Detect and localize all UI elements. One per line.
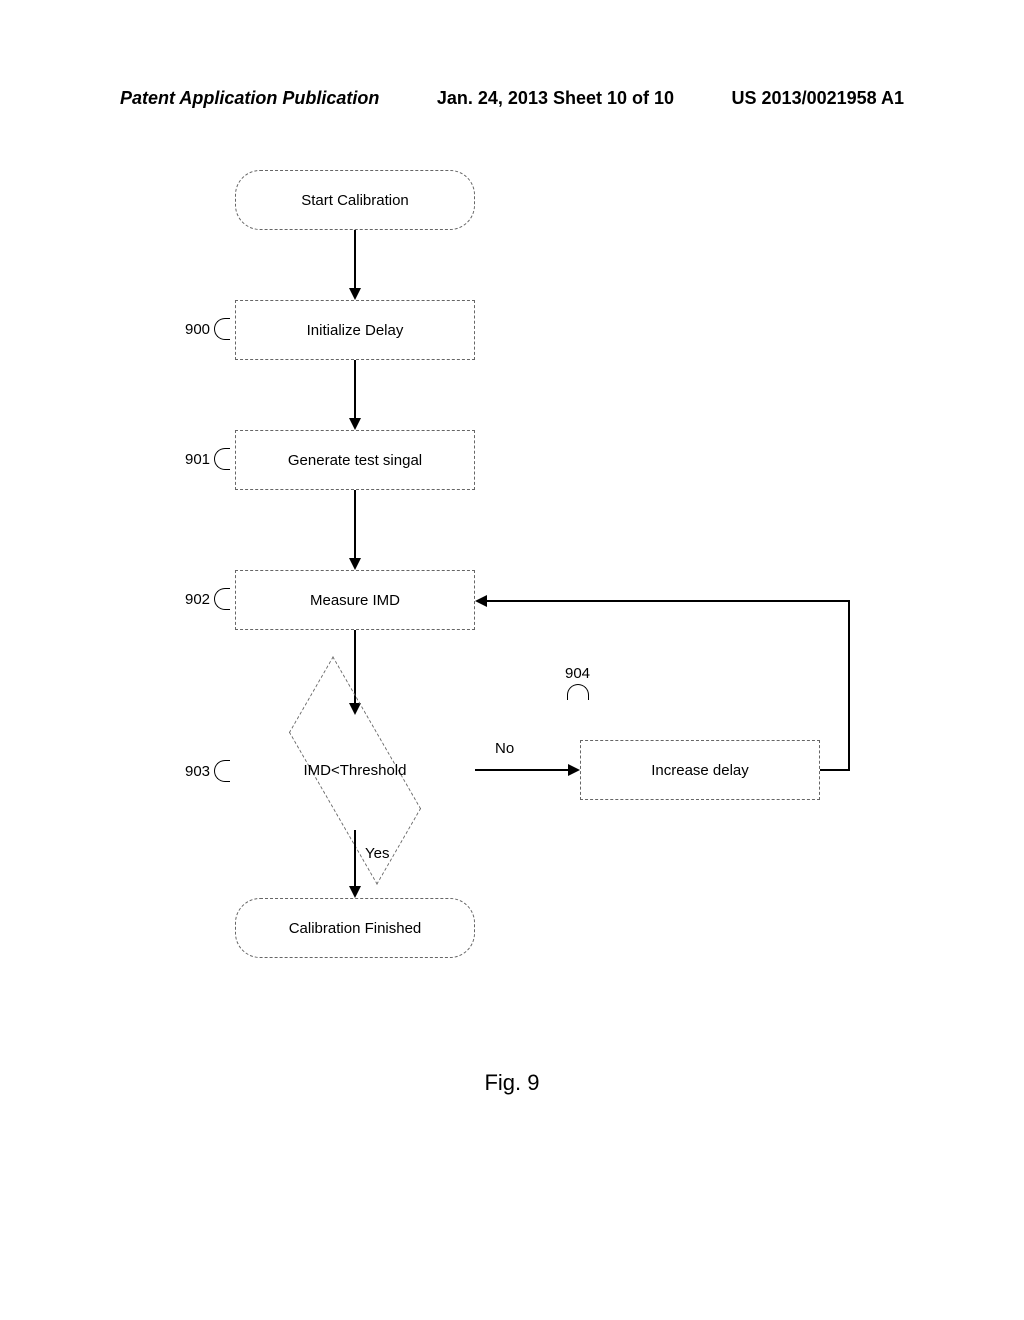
ref-900: 900 [185, 318, 228, 340]
decision-903-text: IMD<Threshold [304, 762, 407, 779]
arrow-no-h [475, 769, 570, 771]
ref-curve-icon [214, 760, 230, 782]
arrow-3 [354, 490, 356, 560]
arrowhead-no [568, 764, 580, 776]
decision-903: IMD<Threshold [235, 710, 475, 830]
ref-curve-icon [214, 448, 230, 470]
arrow-feedback-v [848, 600, 850, 771]
step-902-text: Measure IMD [310, 592, 400, 609]
end-text: Calibration Finished [289, 920, 422, 937]
arrowhead-yes [349, 886, 361, 898]
ref-curve-icon [214, 318, 230, 340]
flowchart-container: Start Calibration Initialize Delay 900 G… [0, 170, 1024, 1120]
start-text: Start Calibration [301, 192, 409, 209]
header-center: Jan. 24, 2013 Sheet 10 of 10 [437, 88, 674, 109]
end-terminal: Calibration Finished [235, 898, 475, 958]
step-904-text: Increase delay [651, 762, 749, 779]
header-right: US 2013/0021958 A1 [732, 88, 904, 109]
step-902-box: Measure IMD [235, 570, 475, 630]
arrow-yes [354, 830, 356, 888]
header-left: Patent Application Publication [120, 88, 379, 109]
ref-curve-down-icon [567, 684, 589, 700]
step-900-text: Initialize Delay [307, 322, 404, 339]
yes-label: Yes [365, 845, 389, 862]
arrow-2 [354, 360, 356, 420]
arrowhead-2 [349, 418, 361, 430]
figure-caption: Fig. 9 [0, 1070, 1024, 1096]
ref-904: 904 [565, 665, 590, 700]
step-901-text: Generate test singal [288, 452, 422, 469]
start-terminal: Start Calibration [235, 170, 475, 230]
no-label: No [495, 740, 514, 757]
page-header: Patent Application Publication Jan. 24, … [0, 88, 1024, 109]
arrowhead-1 [349, 288, 361, 300]
ref-903: 903 [185, 760, 228, 782]
arrow-feedback-h2 [487, 600, 850, 602]
arrow-1 [354, 230, 356, 290]
arrowhead-3 [349, 558, 361, 570]
arrowhead-feedback [475, 595, 487, 607]
ref-curve-icon [214, 588, 230, 610]
step-900-box: Initialize Delay [235, 300, 475, 360]
ref-902: 902 [185, 588, 228, 610]
step-901-box: Generate test singal [235, 430, 475, 490]
step-904-box: Increase delay [580, 740, 820, 800]
ref-901: 901 [185, 448, 228, 470]
arrow-feedback-h1 [820, 769, 850, 771]
